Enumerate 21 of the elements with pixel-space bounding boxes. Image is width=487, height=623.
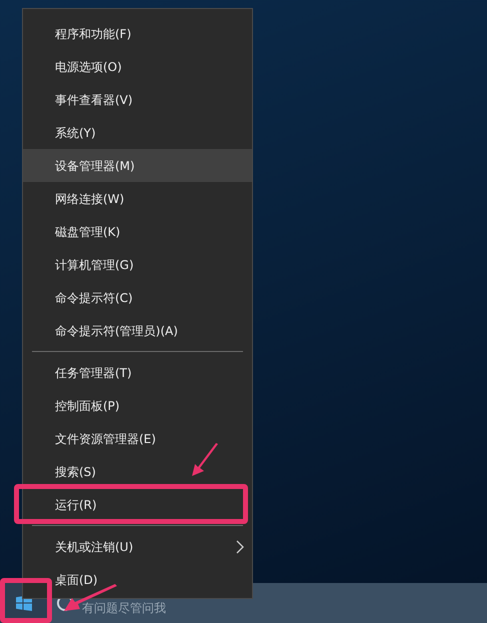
menu-item[interactable]: 事件查看器(V): [23, 83, 252, 116]
menu-item[interactable]: 系统(Y): [23, 116, 252, 149]
menu-item[interactable]: 控制面板(P): [23, 389, 252, 422]
menu-item[interactable]: 搜索(S): [23, 455, 252, 488]
menu-item[interactable]: 电源选项(O): [23, 50, 252, 83]
menu-item[interactable]: 计算机管理(G): [23, 248, 252, 281]
highlight-frame: [0, 578, 52, 623]
menu-item[interactable]: 运行(R): [23, 488, 252, 521]
menu-item[interactable]: 磁盘管理(K): [23, 215, 252, 248]
pointer-arrow: [62, 584, 118, 614]
pointer-arrow: [190, 442, 220, 478]
menu-item[interactable]: 命令提示符(管理员)(A): [23, 314, 252, 347]
menu-item[interactable]: 桌面(D): [23, 563, 252, 596]
menu-item[interactable]: 程序和功能(F): [23, 17, 252, 50]
chevron-right-icon: [236, 540, 244, 554]
menu-item[interactable]: 任务管理器(T): [23, 356, 252, 389]
menu-item[interactable]: 设备管理器(M): [23, 149, 252, 182]
menu-item[interactable]: 网络连接(W): [23, 182, 252, 215]
menu-item[interactable]: 关机或注销(U): [23, 530, 252, 563]
menu-item[interactable]: 命令提示符(C): [23, 281, 252, 314]
menu-item[interactable]: 文件资源管理器(E): [23, 422, 252, 455]
